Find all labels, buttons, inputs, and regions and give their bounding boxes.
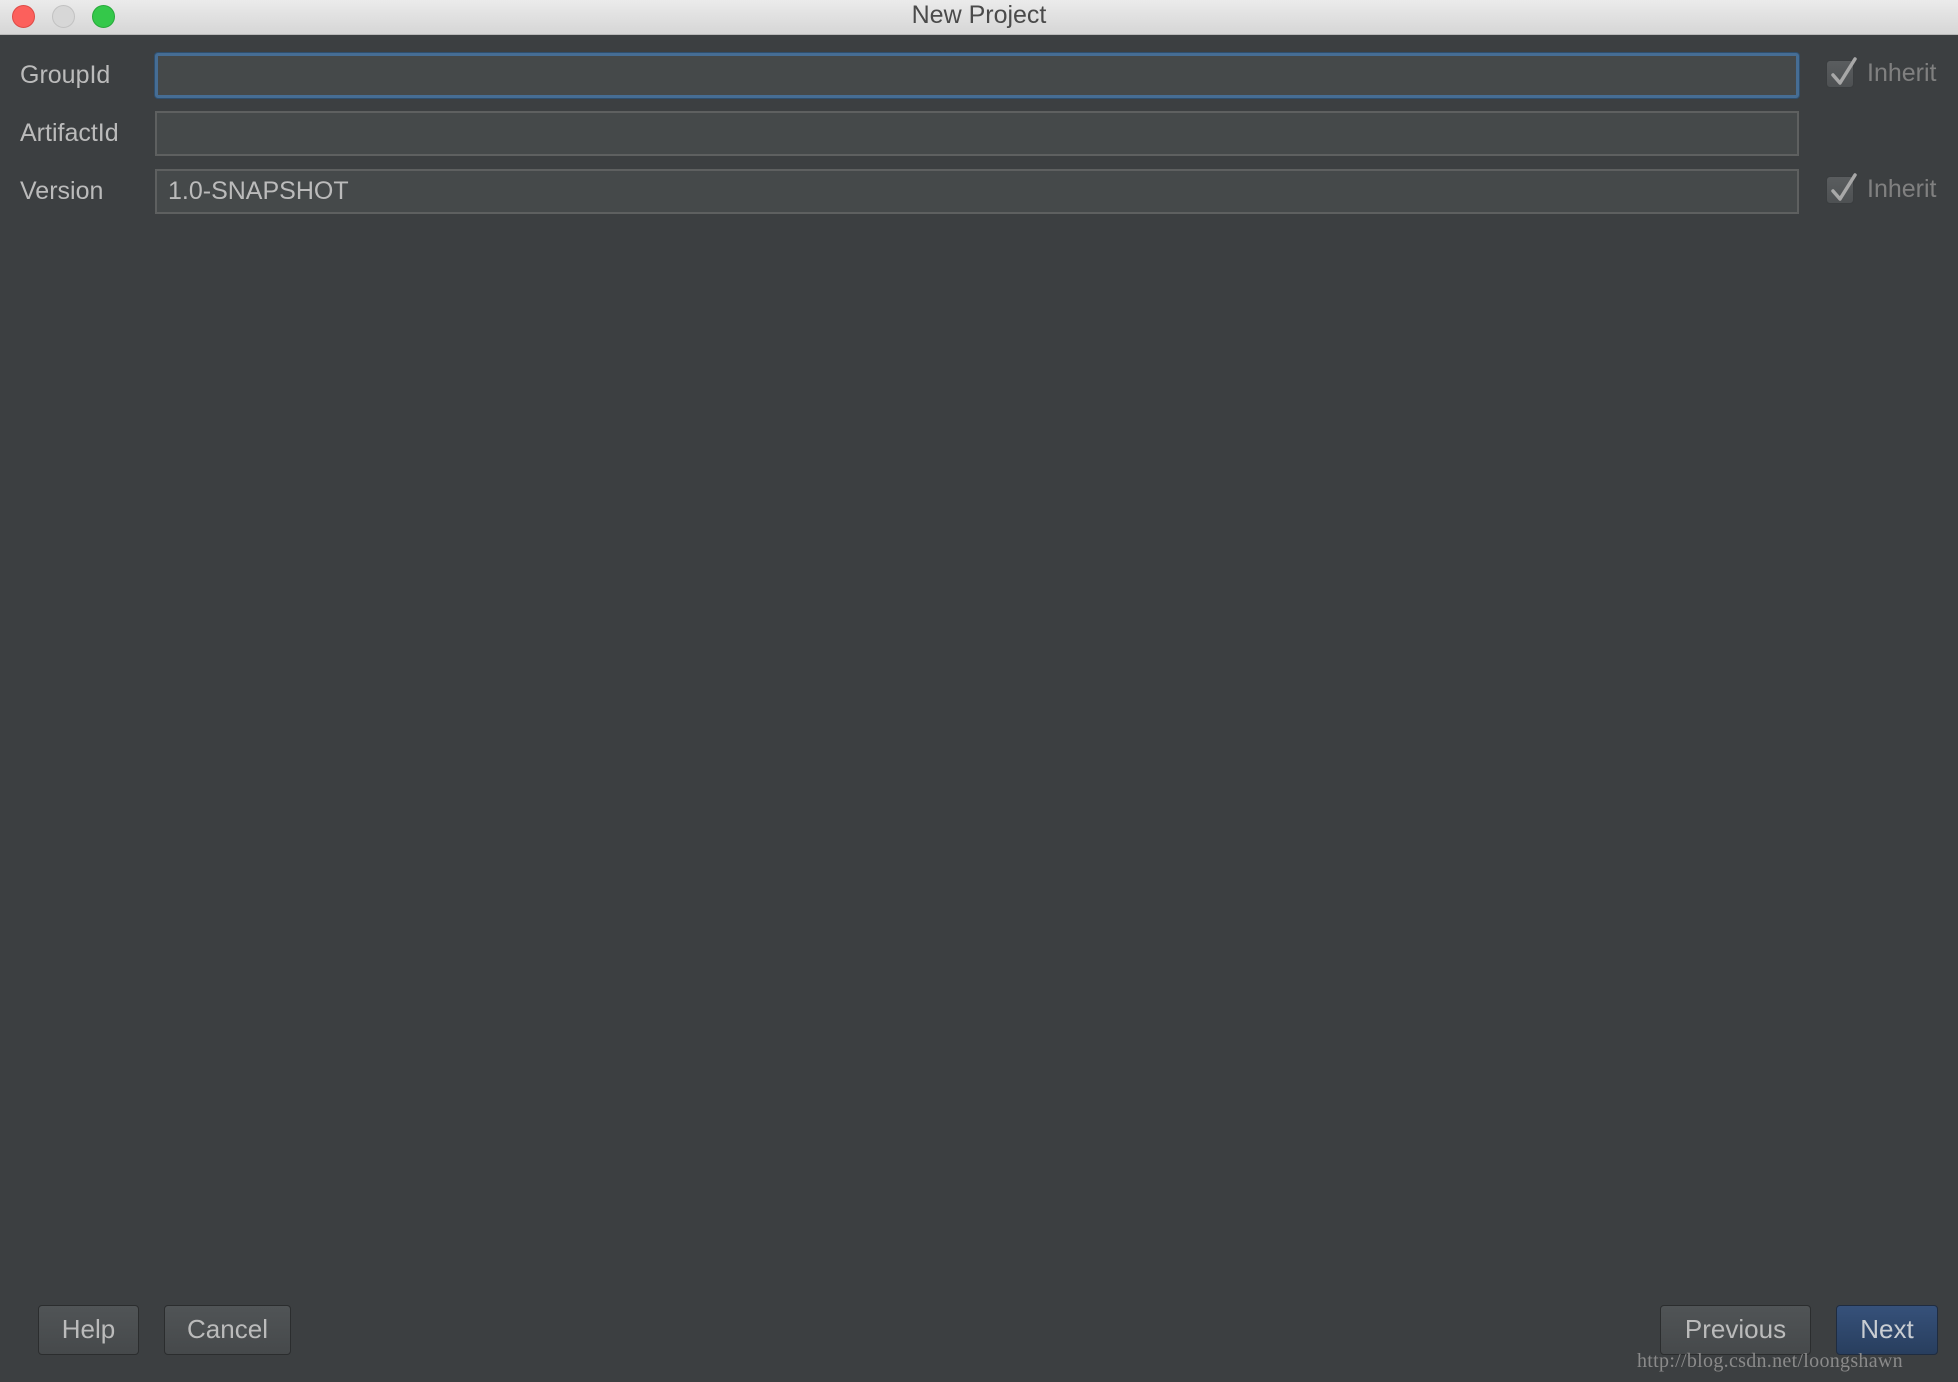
checkbox-checked-icon[interactable] — [1826, 172, 1857, 204]
previous-button[interactable]: Previous — [1660, 1305, 1811, 1355]
cancel-button[interactable]: Cancel — [164, 1305, 291, 1355]
artifactid-label: ArtifactId — [20, 119, 119, 147]
checkbox-checked-icon[interactable] — [1826, 56, 1857, 88]
version-label: Version — [20, 177, 104, 205]
artifactid-input[interactable] — [155, 111, 1799, 156]
window-titlebar: New Project — [0, 0, 1958, 35]
version-inherit-label: Inherit — [1867, 175, 1937, 203]
version-inherit-checkbox[interactable]: Inherit — [1826, 172, 1937, 204]
next-button[interactable]: Next — [1836, 1305, 1938, 1355]
groupid-input[interactable] — [155, 53, 1799, 98]
help-button[interactable]: Help — [38, 1305, 139, 1355]
window-title: New Project — [911, 1, 1047, 29]
groupid-label: GroupId — [20, 61, 111, 89]
new-project-dialog: GroupId Inherit ArtifactId Version Inher… — [0, 35, 1958, 1382]
version-input[interactable] — [155, 169, 1799, 214]
groupid-inherit-label: Inherit — [1867, 59, 1937, 87]
watermark-text: http://blog.csdn.net/loongshawn — [1637, 1350, 1903, 1372]
groupid-inherit-checkbox[interactable]: Inherit — [1826, 56, 1937, 88]
